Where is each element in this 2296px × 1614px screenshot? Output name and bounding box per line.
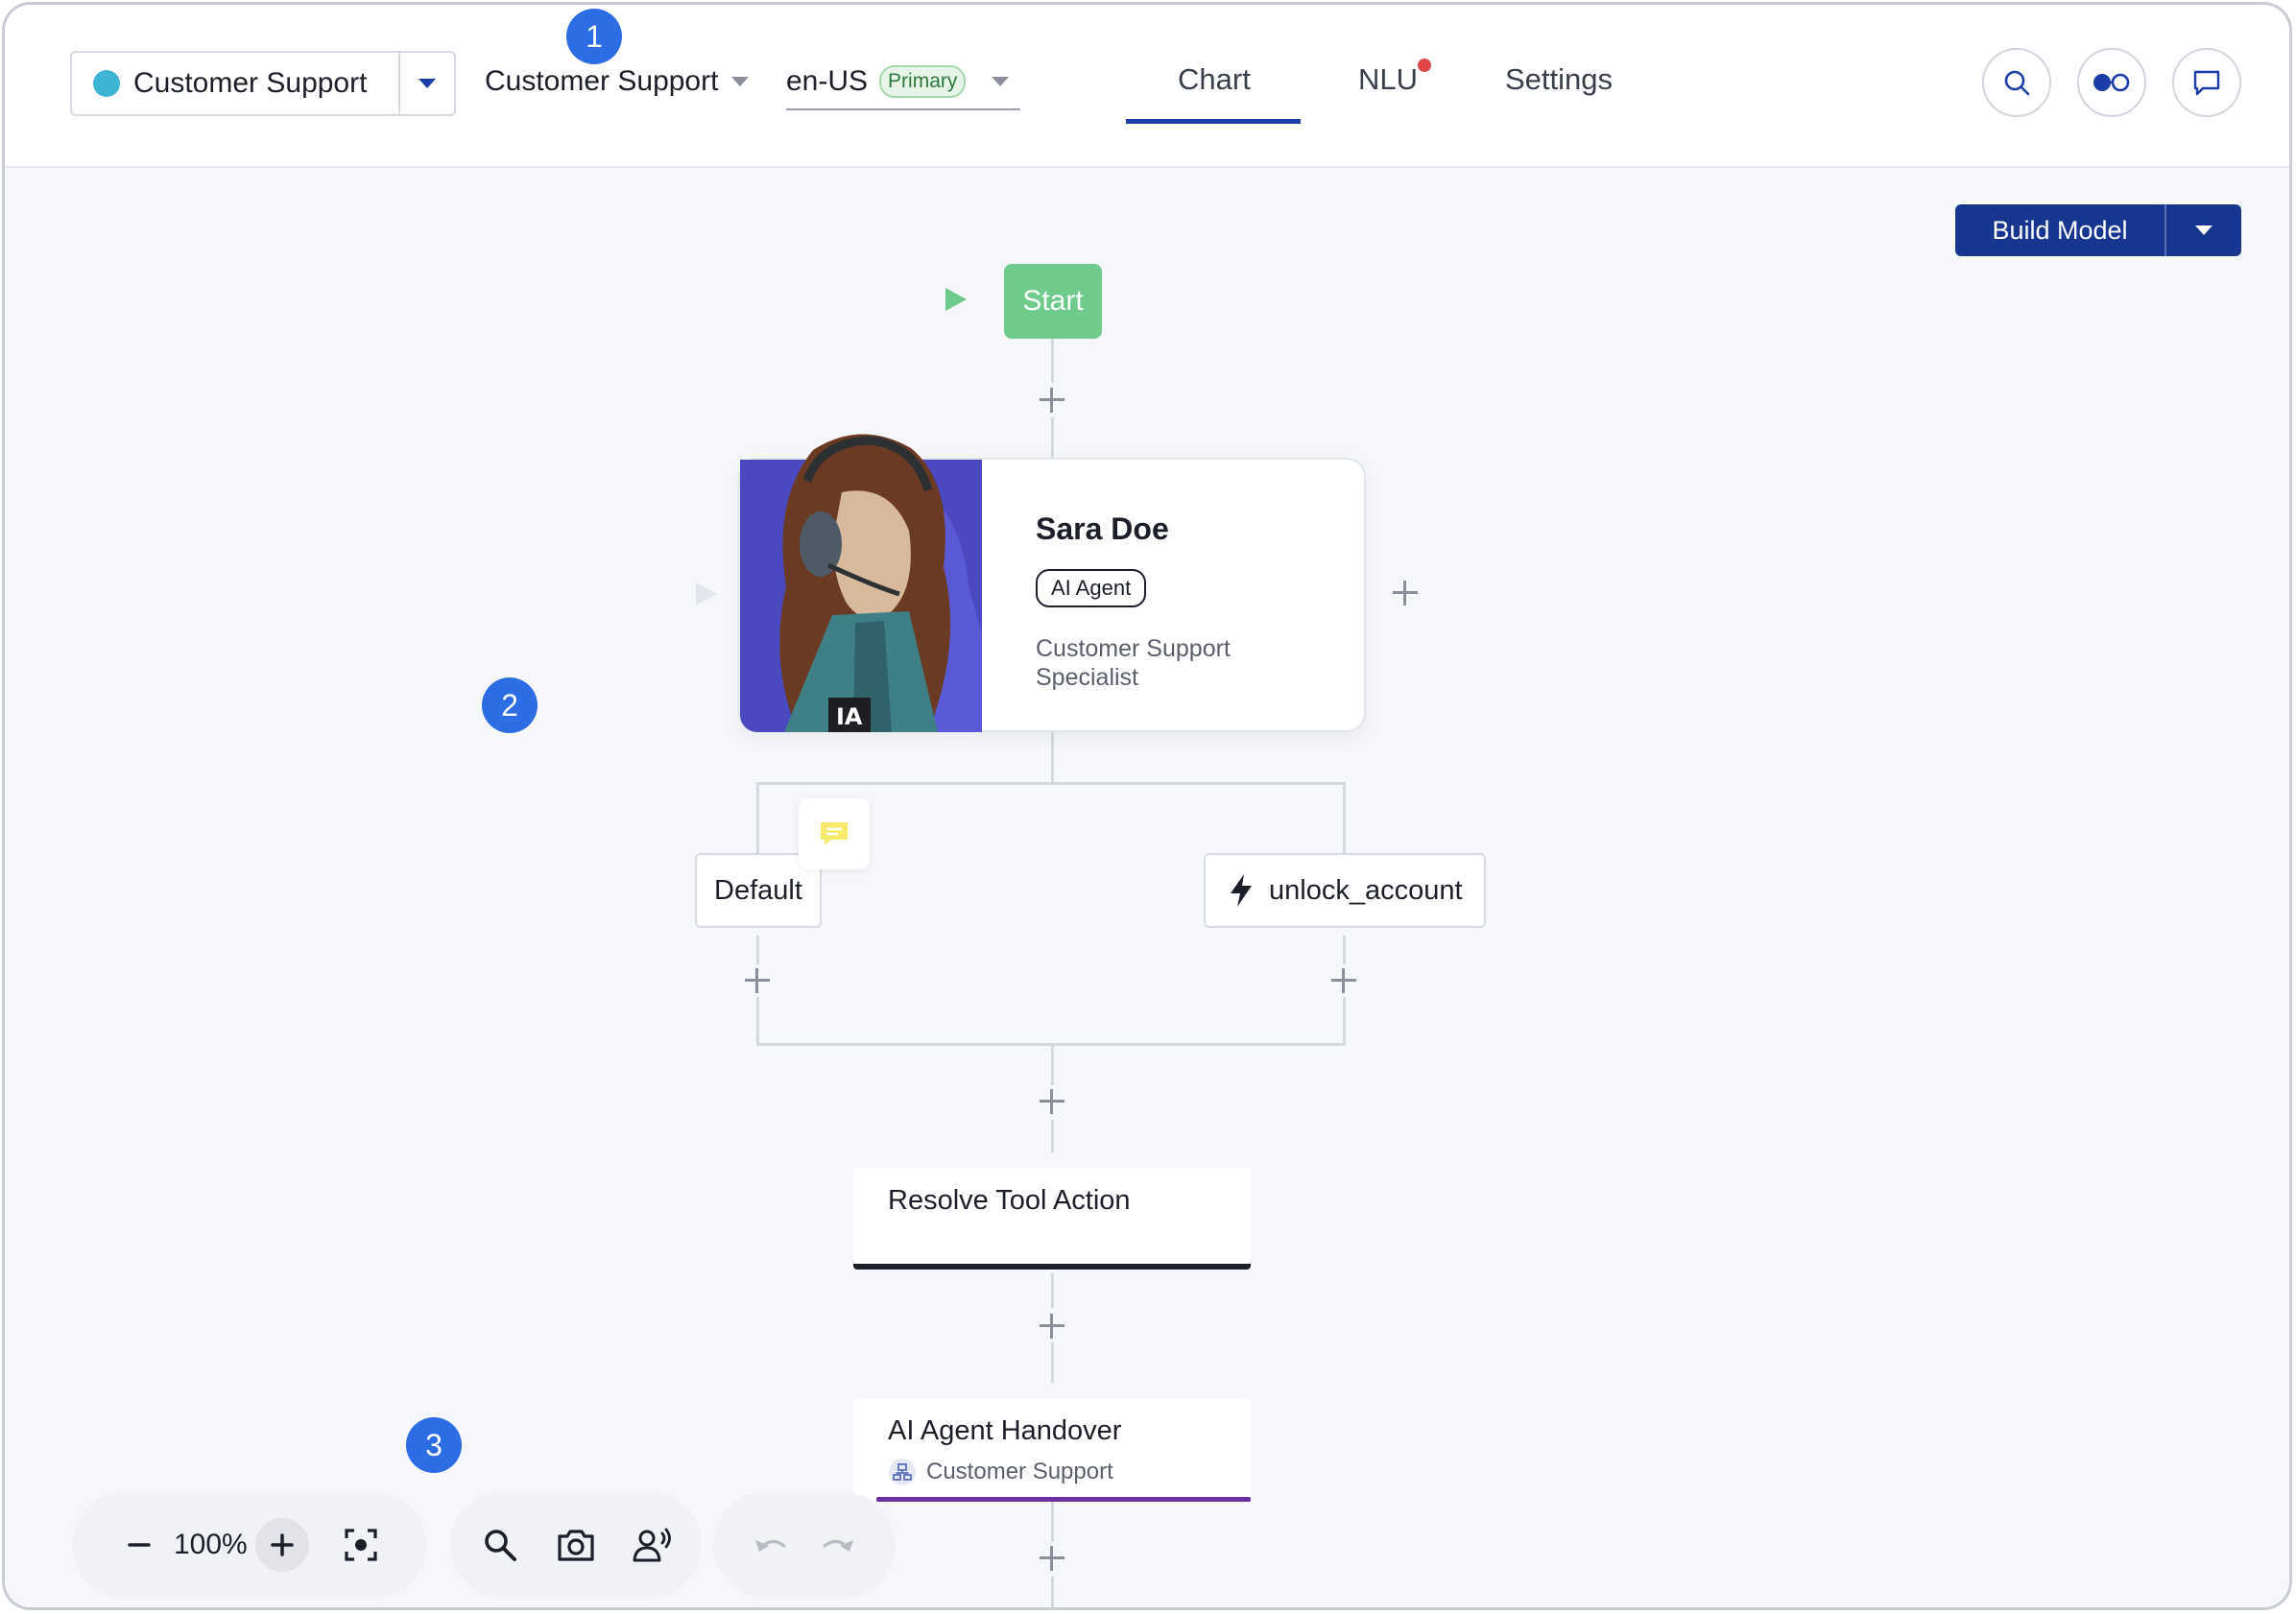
- tab-nlu[interactable]: NLU: [1358, 62, 1418, 97]
- ai-agent-handover-node[interactable]: AI Agent Handover Customer Support: [853, 1398, 1251, 1502]
- toggle-button[interactable]: [2077, 48, 2146, 117]
- zoom-controls: 100%: [72, 1492, 427, 1598]
- redo-button[interactable]: [811, 1518, 865, 1572]
- project-status-dot: [93, 70, 120, 97]
- play-icon[interactable]: [696, 582, 717, 605]
- flow-label: Customer Support: [485, 65, 719, 97]
- zoom-out-button[interactable]: [112, 1518, 166, 1572]
- project-selector[interactable]: Customer Support: [70, 51, 456, 116]
- connector-line: [756, 782, 759, 861]
- play-icon[interactable]: [945, 288, 967, 311]
- agent-role: Customer Support Specialist: [1036, 635, 1231, 691]
- add-step-icon[interactable]: [1038, 1312, 1066, 1341]
- chevron-down-icon: [992, 77, 1009, 86]
- connector-line: [1051, 1043, 1054, 1085]
- voice-user-icon: [633, 1528, 671, 1562]
- active-tab-indicator: [1126, 119, 1301, 124]
- app-window: Customer Support Customer Support en-US …: [2, 2, 2292, 1610]
- connector-line: [1343, 936, 1346, 964]
- tab-settings[interactable]: Settings: [1505, 62, 1613, 97]
- chat-button[interactable]: [2172, 48, 2241, 117]
- minus-icon: [128, 1543, 151, 1547]
- project-label: Customer Support: [133, 67, 368, 99]
- toggle-icon: [2093, 73, 2130, 92]
- zoom-level: 100%: [174, 1529, 248, 1560]
- zoom-in-button[interactable]: [254, 1518, 309, 1572]
- language-code: en-US: [786, 65, 869, 97]
- focus-icon: [345, 1529, 377, 1561]
- ai-agent-card[interactable]: IA Sara Doe AI Agent Customer Support Sp…: [738, 434, 1366, 732]
- agent-name: Sara Doe: [1036, 511, 1169, 546]
- chat-icon: [2193, 70, 2220, 96]
- flow-selector[interactable]: Customer Support: [485, 62, 750, 101]
- connector-line: [756, 936, 759, 964]
- branch-unlock-account[interactable]: unlock_account: [1204, 853, 1486, 928]
- language-selector[interactable]: en-US Primary: [786, 55, 1020, 110]
- canvas-tools: [450, 1492, 702, 1598]
- step-badge-3: 3: [406, 1417, 462, 1473]
- connector-line: [1051, 1342, 1054, 1383]
- voice-preview-button[interactable]: [626, 1518, 680, 1572]
- start-node[interactable]: Start: [1004, 264, 1102, 339]
- connector-line: [1051, 732, 1054, 782]
- org-chart-icon: [889, 1459, 916, 1485]
- connector-line: [1051, 1120, 1054, 1152]
- search-icon: [484, 1530, 516, 1561]
- build-model-button[interactable]: Build Model: [1955, 204, 2241, 256]
- message-chip[interactable]: [799, 798, 870, 869]
- add-step-icon[interactable]: [1038, 1544, 1066, 1573]
- add-step-icon[interactable]: [743, 966, 772, 995]
- flow-canvas[interactable]: Build Model Start IA Sara Doe AI Agent C…: [5, 170, 2289, 1607]
- notification-dot: [1418, 59, 1431, 72]
- connector-line: [1051, 417, 1054, 458]
- build-model-dropdown[interactable]: [2166, 204, 2241, 256]
- camera-icon: [558, 1530, 594, 1561]
- history-controls: [713, 1492, 896, 1598]
- connector-line: [1343, 997, 1346, 1045]
- search-button[interactable]: [1982, 48, 2051, 117]
- undo-icon: [755, 1539, 786, 1552]
- connector-line: [1051, 1577, 1054, 1607]
- add-step-icon[interactable]: [1391, 579, 1420, 607]
- connector-line: [1051, 1502, 1054, 1542]
- svg-text:IA: IA: [836, 703, 863, 730]
- redo-icon: [823, 1539, 853, 1552]
- canvas-search-button[interactable]: [473, 1518, 527, 1572]
- build-model-label: Build Model: [1955, 204, 2166, 256]
- add-step-icon[interactable]: [1038, 1087, 1066, 1116]
- connector-line: [756, 997, 759, 1045]
- branch-label: Default: [714, 874, 802, 906]
- top-bar: Customer Support Customer Support en-US …: [5, 5, 2289, 168]
- fit-to-screen-button[interactable]: [334, 1518, 388, 1572]
- project-dropdown-button[interactable]: [398, 53, 454, 114]
- chevron-down-icon: [731, 77, 750, 86]
- node-title: Resolve Tool Action: [888, 1185, 1131, 1216]
- connector-line: [1051, 1273, 1054, 1308]
- undo-button[interactable]: [744, 1518, 798, 1572]
- plus-icon: [270, 1533, 294, 1556]
- chevron-down-icon: [2195, 225, 2212, 235]
- node-title: AI Agent Handover: [888, 1415, 1122, 1446]
- branch-label: unlock_account: [1269, 874, 1463, 906]
- resolve-tool-action-node[interactable]: Resolve Tool Action: [853, 1168, 1251, 1270]
- chat-bubble-icon: [821, 822, 848, 845]
- step-badge-1: 1: [566, 9, 622, 64]
- node-subtitle: Customer Support: [888, 1458, 1113, 1486]
- lightning-icon: [1231, 874, 1252, 907]
- add-step-icon[interactable]: [1038, 386, 1066, 415]
- agent-avatar: IA: [740, 423, 982, 732]
- connector-line: [1343, 782, 1346, 861]
- node-subtitle-label: Customer Support: [926, 1459, 1113, 1484]
- chevron-down-icon: [419, 79, 436, 88]
- node-accent-bar: [876, 1497, 1251, 1502]
- search-icon: [2004, 70, 2030, 96]
- connector-line: [1051, 339, 1054, 383]
- add-step-icon[interactable]: [1329, 966, 1358, 995]
- primary-badge: Primary: [879, 65, 967, 98]
- step-badge-2: 2: [482, 677, 538, 733]
- tab-chart[interactable]: Chart: [1178, 62, 1251, 97]
- agent-type-badge: AI Agent: [1036, 569, 1147, 607]
- screenshot-button[interactable]: [549, 1518, 603, 1572]
- connector-line: [756, 782, 1346, 785]
